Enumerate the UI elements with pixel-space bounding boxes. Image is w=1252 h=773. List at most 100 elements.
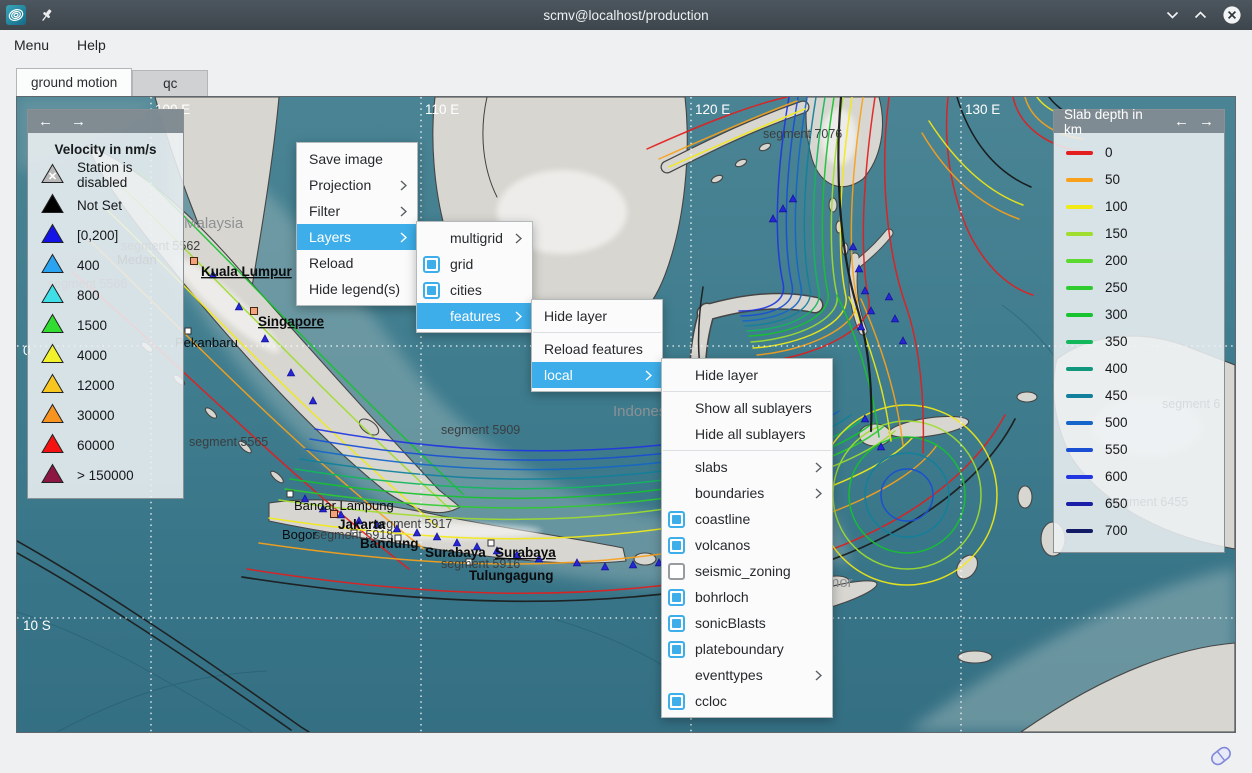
menu-item-reload-features[interactable]: Reload features (532, 336, 662, 362)
submenu-arrow-icon (515, 311, 524, 322)
maximize-button[interactable] (1194, 10, 1207, 20)
slab-legend-item: 100 (1054, 193, 1224, 220)
menu-item-label: plateboundary (695, 641, 807, 657)
menu-item-filter[interactable]: Filter (297, 198, 417, 224)
legend-item-label: > 150000 (77, 468, 134, 483)
triangle-marker-icon (41, 403, 64, 427)
minimize-button[interactable] (1166, 10, 1179, 20)
menu-item-local[interactable]: local (532, 362, 662, 388)
graticule-label: 110 E (425, 102, 459, 117)
menu-item-coastline[interactable]: coastline (662, 506, 832, 532)
checkbox-checked-icon[interactable] (423, 256, 440, 273)
checkbox-slot (668, 537, 690, 554)
checkbox-unchecked-icon[interactable] (668, 563, 685, 580)
menu-item-hide-legend-s[interactable]: Hide legend(s) (297, 276, 417, 302)
submenu-arrow-icon (515, 233, 524, 244)
menu-item-label: coastline (695, 511, 807, 527)
submenu-arrow-icon (400, 206, 409, 217)
checkbox-checked-icon[interactable] (668, 589, 685, 606)
menubar-item-menu[interactable]: Menu (14, 37, 49, 53)
velocity-legend-item: 60000 (28, 430, 183, 460)
checkbox-mark (672, 541, 681, 550)
menu-item-sonicblasts[interactable]: sonicBlasts (662, 610, 832, 636)
right-arrow-icon[interactable]: → (1199, 114, 1214, 129)
menu-item-hide-layer[interactable]: Hide layer (532, 303, 662, 329)
velocity-legend-item: 30000 (28, 400, 183, 430)
checkbox-checked-icon[interactable] (668, 641, 685, 658)
menu-item-plateboundary[interactable]: plateboundary (662, 636, 832, 662)
menu-item-label: multigrid (450, 230, 507, 246)
menu-item-show-all-sublayers[interactable]: Show all sublayers (662, 395, 832, 421)
submenu-arrow-icon (815, 670, 824, 681)
menu-item-bohrloch[interactable]: bohrloch (662, 584, 832, 610)
legend-item-label: 600 (1105, 469, 1128, 484)
slab-legend-item: 700 (1054, 517, 1224, 544)
tab-ground-motion[interactable]: ground motion (16, 68, 132, 96)
checkbox-checked-icon[interactable] (668, 615, 685, 632)
tab-qc[interactable]: qc (132, 70, 208, 96)
checkbox-checked-icon[interactable] (668, 693, 685, 710)
submenu-arrow-icon (400, 180, 409, 191)
checkbox-mark (672, 645, 681, 654)
menu-item-projection[interactable]: Projection (297, 172, 417, 198)
left-arrow-icon[interactable]: ← (1174, 114, 1189, 129)
checkbox-checked-icon[interactable] (423, 282, 440, 299)
velocity-legend-item: 400 (28, 250, 183, 280)
line-swatch-icon (1066, 178, 1093, 182)
menu-item-save-image[interactable]: Save image (297, 146, 417, 172)
application-window: scmv@localhost/production Menu Help groun… (0, 0, 1252, 773)
menu-item-label: Hide layer (695, 367, 807, 383)
slab-legend-item: 450 (1054, 382, 1224, 409)
menu-item-seismic-zoning[interactable]: seismic_zoning (662, 558, 832, 584)
checkbox-slot (668, 693, 690, 710)
menu-item-volcanos[interactable]: volcanos (662, 532, 832, 558)
triangle-marker-icon (41, 343, 64, 367)
line-swatch-icon (1066, 205, 1093, 209)
menu-item-multigrid[interactable]: multigrid (417, 225, 532, 251)
triangle-marker-icon (41, 283, 64, 307)
menu-item-cities[interactable]: cities (417, 277, 532, 303)
menu-item-hide-all-sublayers[interactable]: Hide all sublayers (662, 421, 832, 447)
menu-item-boundaries[interactable]: boundaries (662, 480, 832, 506)
window-title: scmv@localhost/production (0, 8, 1252, 23)
menu-item-reload[interactable]: Reload (297, 250, 417, 276)
titlebar[interactable]: scmv@localhost/production (0, 0, 1252, 30)
menu-item-label: grid (450, 256, 507, 272)
menu-item-layers[interactable]: Layers (297, 224, 417, 250)
checkbox-checked-icon[interactable] (668, 511, 685, 528)
menu-separator (663, 391, 831, 392)
legend-item-label: 450 (1105, 388, 1128, 403)
menubar-item-help[interactable]: Help (77, 37, 106, 53)
checkbox-checked-icon[interactable] (668, 537, 685, 554)
right-arrow-icon[interactable]: → (71, 114, 86, 129)
line-swatch-icon (1066, 394, 1093, 398)
legend-item-label: 60000 (77, 438, 115, 453)
close-button[interactable] (1222, 5, 1242, 25)
context-menu-local: Hide layer Show all sublayersHide all sub… (661, 358, 833, 718)
slab-legend: Slab depth in km ← → 0501001502002503003… (1053, 109, 1225, 553)
graticule-label: 130 E (965, 102, 1000, 117)
line-swatch-icon (1066, 502, 1093, 506)
line-swatch-icon (1066, 313, 1093, 317)
line-swatch-icon (1066, 151, 1093, 155)
menu-item-ccloc[interactable]: ccloc (662, 688, 832, 714)
menu-item-eventtypes[interactable]: eventtypes (662, 662, 832, 688)
menu-item-slabs[interactable]: slabs (662, 454, 832, 480)
line-swatch-icon (1066, 286, 1093, 290)
menu-item-grid[interactable]: grid (417, 251, 532, 277)
slab-legend-header: Slab depth in km ← → (1054, 110, 1224, 133)
city-label: Jakarta (338, 517, 386, 532)
map-view[interactable]: segment 5562segment 5566segment 5565segm… (16, 96, 1236, 733)
submenu-arrow-icon (645, 370, 654, 381)
menu-item-label: seismic_zoning (695, 563, 807, 579)
city-label: Pekanbaru (175, 335, 238, 350)
menu-item-hide-layer[interactable]: Hide layer (662, 362, 832, 388)
left-arrow-icon[interactable]: ← (38, 114, 53, 129)
legend-item-label: 550 (1105, 442, 1128, 457)
pin-icon[interactable] (39, 8, 54, 23)
velocity-legend-item: Not Set (28, 190, 183, 220)
menu-item-label: cities (450, 282, 507, 298)
region-label: Malaysia (184, 215, 244, 232)
status-bar (0, 733, 1252, 773)
menu-item-features[interactable]: features (417, 303, 532, 329)
